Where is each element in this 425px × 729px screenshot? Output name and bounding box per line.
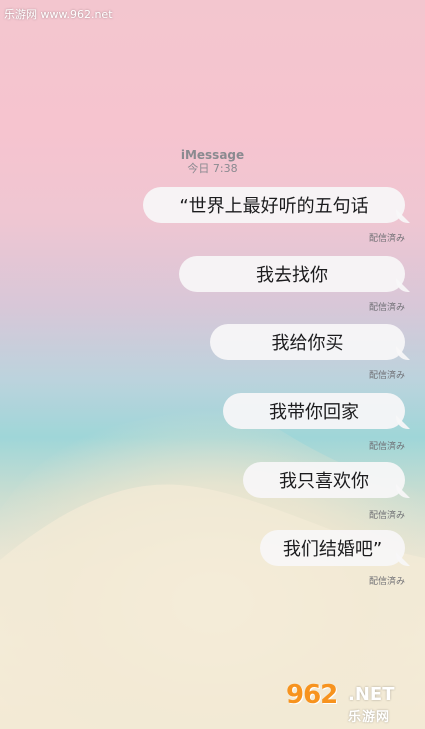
message-text: 我们结婚吧” xyxy=(282,539,383,560)
message-bubble[interactable]: 我给你买 xyxy=(210,324,405,360)
message-bubble[interactable]: 我们结婚吧” xyxy=(260,530,405,566)
timestamp: 今日 7:38 xyxy=(187,162,238,175)
message-bubble[interactable]: 我去找你 xyxy=(179,256,405,292)
message-text: 我只喜欢你 xyxy=(279,471,369,492)
delivery-receipt: 配信済み xyxy=(368,442,405,452)
delivery-receipt: 配信済み xyxy=(368,511,405,521)
delivery-receipt: 配信済み xyxy=(368,577,405,587)
message-text: “世界上最好听的五句话 xyxy=(179,196,369,217)
message-bubble[interactable]: 我只喜欢你 xyxy=(243,462,405,498)
message-text: 我给你买 xyxy=(271,333,344,354)
message-text: 我带你回家 xyxy=(269,402,359,423)
message-text: 我去找你 xyxy=(256,265,328,286)
conversation-header: iMessage 今日 7:38 xyxy=(0,148,425,176)
delivery-receipt: 配信済み xyxy=(368,371,405,381)
watermark-site: 乐游网 www.962.net xyxy=(4,8,113,21)
logo-name: 乐游网 xyxy=(348,710,391,725)
site-logo: 962 .NET 乐游网 xyxy=(286,680,422,726)
delivery-receipt: 配信済み xyxy=(368,303,405,313)
logo-domain: .NET xyxy=(348,684,395,705)
message-bubble[interactable]: “世界上最好听的五句话 xyxy=(143,187,405,223)
delivery-receipt: 配信済み xyxy=(368,234,405,244)
logo-number: 962 xyxy=(286,680,338,710)
service-label: iMessage xyxy=(180,148,245,162)
message-bubble[interactable]: 我带你回家 xyxy=(223,393,405,429)
